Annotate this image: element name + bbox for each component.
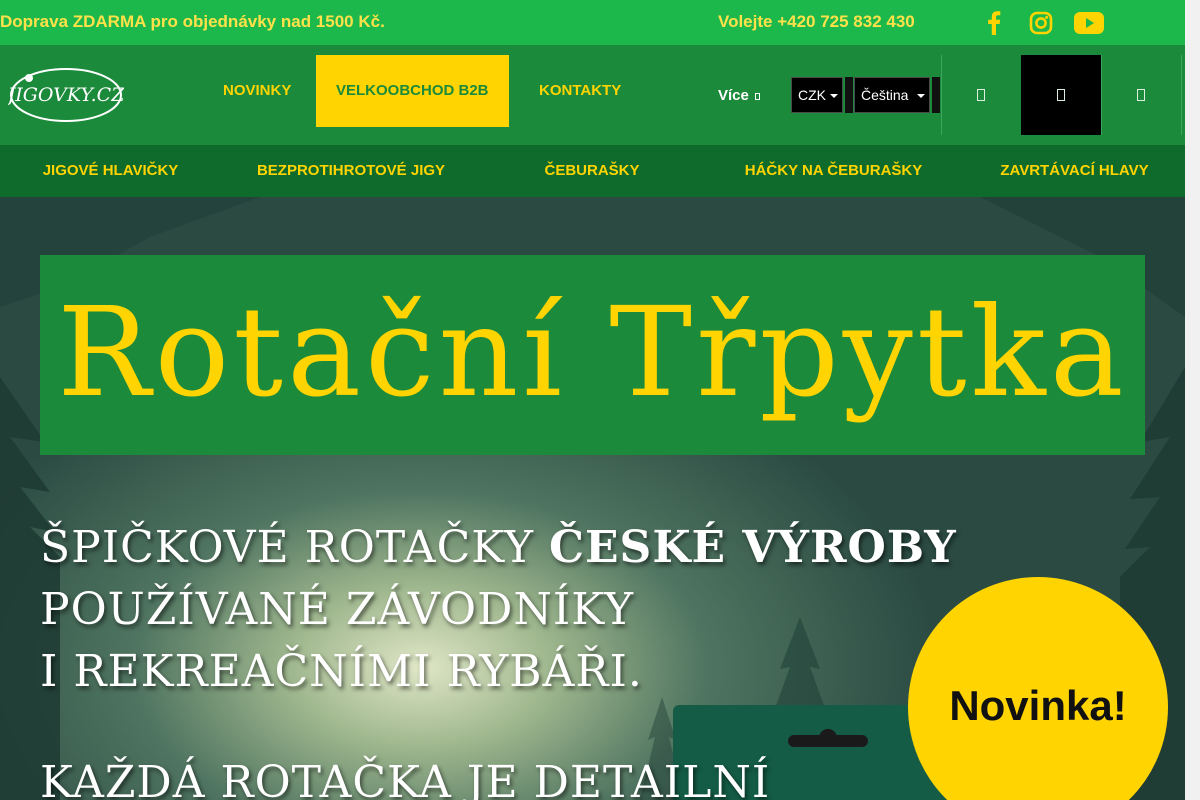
free-shipping-notice: Doprava ZDARMA pro objednávky nad 1500 K… (0, 12, 385, 31)
cart-icon (1137, 89, 1145, 101)
new-badge-text: Novinka! (949, 682, 1127, 729)
hero-line-3: I REKREAČNÍMI RYBÁŘI. (40, 646, 643, 697)
hero-line-4: KAŽDÁ ROTAČKA JE DETAILNÍ (40, 757, 771, 800)
nav-velkoobchod-b2b[interactable]: VELKOOBCHOD B2B (316, 55, 509, 127)
facebook-icon[interactable] (979, 8, 1009, 38)
caret-down-icon (917, 94, 925, 98)
site-logo[interactable]: JIGOVKY.CZ (4, 66, 125, 124)
title-banner: Rotační Třpytka (40, 255, 1145, 455)
search-button[interactable] (941, 55, 1021, 135)
chevron-down-icon (754, 92, 760, 100)
currency-select[interactable]: CZK (791, 77, 843, 113)
instagram-icon[interactable] (1026, 8, 1056, 38)
page-scrollbar[interactable] (1185, 0, 1200, 800)
banner-title: Rotační Třpytka (57, 281, 1128, 425)
search-icon (977, 89, 985, 101)
nav-novinky[interactable]: NOVINKY (223, 55, 291, 127)
category-hacky-na-ceburasky[interactable]: HÁČKY NA ČEBURAŠKY (703, 145, 964, 197)
phone-contact[interactable]: Volejte +420 725 832 430 (718, 12, 915, 32)
language-selected: Čeština (861, 87, 909, 103)
caret-down-icon (830, 94, 838, 98)
cart-button[interactable] (1101, 55, 1181, 135)
logo-text: JIGOVKY.CZ (8, 84, 124, 106)
category-zavrtavaci-hlavy[interactable]: ZAVRTÁVACÍ HLAVY (964, 145, 1185, 197)
currency-selected: CZK (798, 87, 826, 103)
youtube-icon[interactable] (1072, 8, 1106, 38)
nav-kontakty[interactable]: KONTAKTY (539, 55, 621, 127)
top-bar: Doprava ZDARMA pro objednávky nad 1500 K… (0, 0, 1185, 45)
language-select[interactable]: Čeština (854, 77, 930, 113)
hero-line-2: POUŽÍVANÉ ZÁVODNÍKY (40, 584, 635, 635)
hang-tab (788, 735, 868, 747)
header-divider (1181, 55, 1182, 135)
currency-select-edge (845, 77, 853, 113)
main-header: JIGOVKY.CZ NOVINKY VELKOOBCHOD B2B KONTA… (0, 45, 1185, 145)
user-icon (1057, 89, 1065, 101)
category-bezprotihrotove-jigy[interactable]: BEZPROTIHROTOVÉ JIGY (221, 145, 481, 197)
hero-line-1-regular: ŠPIČKOVÉ ROTAČKY (40, 522, 549, 573)
more-label: Více (718, 87, 749, 104)
account-button[interactable] (1021, 55, 1101, 135)
category-bar: JIGOVÉ HLAVIČKY BEZPROTIHROTOVÉ JIGY ČEB… (0, 145, 1185, 197)
more-menu[interactable]: Více (718, 87, 760, 104)
category-jigove-hlavicky[interactable]: JIGOVÉ HLAVIČKY (0, 145, 221, 197)
hero-line-1: ŠPIČKOVÉ ROTAČKY ČESKÉ VÝROBY (40, 522, 957, 573)
hero-line-1-bold: ČESKÉ VÝROBY (548, 522, 957, 573)
category-ceburasky[interactable]: ČEBURAŠKY (481, 145, 703, 197)
language-select-edge (932, 77, 940, 113)
hero-banner[interactable]: Rotační Třpytka ŠPIČKOVÉ ROTAČKY ČESKÉ V… (0, 197, 1185, 800)
